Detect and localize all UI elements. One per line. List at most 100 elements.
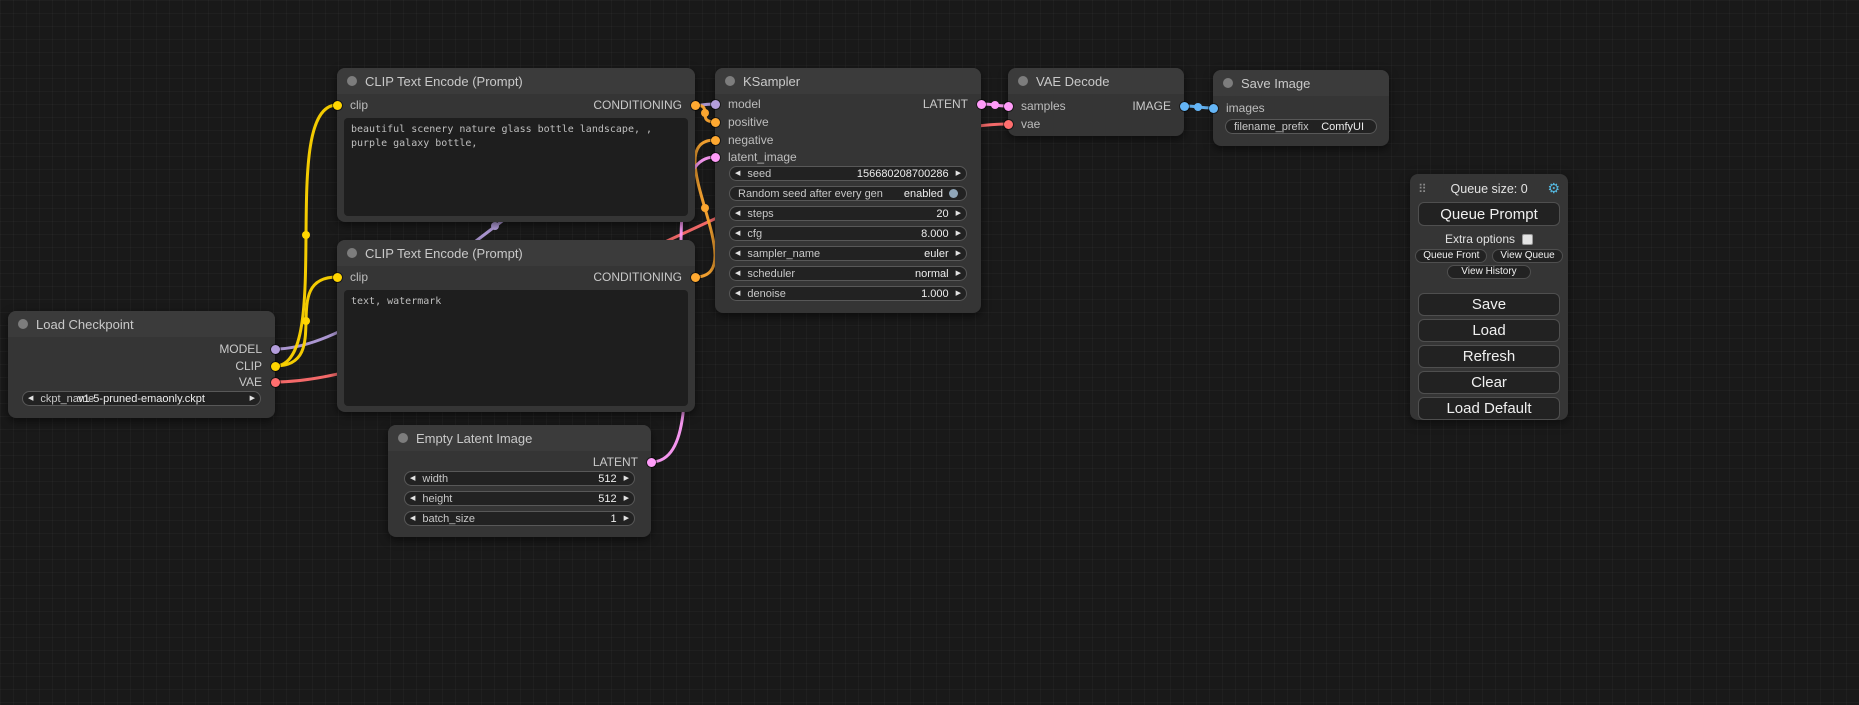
node-header[interactable]: KSampler xyxy=(715,68,981,94)
decrement-arrow-icon[interactable]: ◀ xyxy=(28,395,33,402)
port-latent-output[interactable] xyxy=(977,100,986,109)
queue-front-button[interactable]: Queue Front xyxy=(1415,249,1487,263)
widget-value: ComfyUI xyxy=(1321,121,1364,133)
decrement-arrow-icon[interactable]: ◀ xyxy=(735,290,740,297)
port-vae-input[interactable] xyxy=(1004,120,1013,129)
steps-widget[interactable]: ◀ steps 20 ▶ xyxy=(729,206,967,221)
collapse-dot-icon[interactable] xyxy=(1018,76,1028,86)
random-seed-toggle-widget[interactable]: Random seed after every gen enabled xyxy=(729,186,967,201)
output-label-latent: LATENT xyxy=(593,454,638,470)
node-header[interactable]: Save Image xyxy=(1213,70,1389,96)
node-load-checkpoint[interactable]: Load Checkpoint MODEL CLIP VAE ◀ ckpt_na… xyxy=(8,311,275,418)
widget-value: 1 xyxy=(610,513,616,525)
decrement-arrow-icon[interactable]: ◀ xyxy=(735,270,740,277)
input-label-images: images xyxy=(1226,101,1265,115)
seed-widget[interactable]: ◀ seed 156680208700286 ▶ xyxy=(729,166,967,181)
port-latent-image-input[interactable] xyxy=(711,153,720,162)
decrement-arrow-icon[interactable]: ◀ xyxy=(735,170,740,177)
node-vae-decode[interactable]: VAE Decode samples IMAGE vae xyxy=(1008,68,1184,136)
port-vae-output[interactable] xyxy=(271,378,280,387)
ckpt-name-widget[interactable]: ◀ ckpt_name v1-5-pruned-emaonly.ckpt ▶ xyxy=(22,391,261,406)
decrement-arrow-icon[interactable]: ◀ xyxy=(735,250,740,257)
widget-label: filename_prefix xyxy=(1234,121,1309,133)
port-clip-input[interactable] xyxy=(333,101,342,110)
collapse-dot-icon[interactable] xyxy=(398,433,408,443)
node-header[interactable]: CLIP Text Encode (Prompt) xyxy=(337,240,695,266)
slot-row: images xyxy=(1213,100,1389,116)
node-header[interactable]: CLIP Text Encode (Prompt) xyxy=(337,68,695,94)
save-button[interactable]: Save xyxy=(1418,293,1560,316)
increment-arrow-icon[interactable]: ▶ xyxy=(956,170,961,177)
port-model-output[interactable] xyxy=(271,345,280,354)
denoise-widget[interactable]: ◀ denoise 1.000 ▶ xyxy=(729,286,967,301)
increment-arrow-icon[interactable]: ▶ xyxy=(956,250,961,257)
sampler-name-widget[interactable]: ◀ sampler_name euler ▶ xyxy=(729,246,967,261)
node-header[interactable]: Load Checkpoint xyxy=(8,311,275,337)
refresh-button[interactable]: Refresh xyxy=(1418,345,1560,368)
increment-arrow-icon[interactable]: ▶ xyxy=(956,230,961,237)
collapse-dot-icon[interactable] xyxy=(1223,78,1233,88)
node-ksampler[interactable]: KSampler model LATENT positive negative … xyxy=(715,68,981,313)
positive-prompt-textarea[interactable]: beautiful scenery nature glass bottle la… xyxy=(344,118,688,216)
collapse-dot-icon[interactable] xyxy=(725,76,735,86)
slot-row: CLIP xyxy=(8,358,275,374)
input-label-negative: negative xyxy=(728,133,773,147)
input-label-clip: clip xyxy=(350,270,368,284)
port-clip-output[interactable] xyxy=(271,362,280,371)
output-label-latent: LATENT xyxy=(923,96,968,112)
widget-label: denoise xyxy=(747,288,786,300)
view-history-button[interactable]: View History xyxy=(1447,265,1531,279)
increment-arrow-icon[interactable]: ▶ xyxy=(956,210,961,217)
node-empty-latent-image[interactable]: Empty Latent Image LATENT ◀ width 512 ▶ … xyxy=(388,425,651,537)
batch-size-widget[interactable]: ◀ batch_size 1 ▶ xyxy=(404,511,635,526)
toggle-indicator-icon[interactable] xyxy=(949,189,958,198)
node-canvas[interactable]: Load Checkpoint MODEL CLIP VAE ◀ ckpt_na… xyxy=(0,0,1859,705)
negative-prompt-textarea[interactable]: text, watermark xyxy=(344,290,688,406)
extra-options-checkbox[interactable] xyxy=(1522,234,1533,245)
port-conditioning-output[interactable] xyxy=(691,273,700,282)
input-label-samples: samples xyxy=(1021,99,1066,113)
collapse-dot-icon[interactable] xyxy=(18,319,28,329)
load-default-button[interactable]: Load Default xyxy=(1418,397,1560,420)
increment-arrow-icon[interactable]: ▶ xyxy=(624,495,629,502)
width-widget[interactable]: ◀ width 512 ▶ xyxy=(404,471,635,486)
collapse-dot-icon[interactable] xyxy=(347,76,357,86)
drag-handle-icon[interactable]: ⠿ xyxy=(1418,182,1427,196)
port-positive-input[interactable] xyxy=(711,118,720,127)
decrement-arrow-icon[interactable]: ◀ xyxy=(735,230,740,237)
view-queue-button[interactable]: View Queue xyxy=(1492,249,1562,263)
port-clip-input[interactable] xyxy=(333,273,342,282)
port-image-output[interactable] xyxy=(1180,102,1189,111)
port-images-input[interactable] xyxy=(1209,104,1218,113)
collapse-dot-icon[interactable] xyxy=(347,248,357,258)
increment-arrow-icon[interactable]: ▶ xyxy=(956,270,961,277)
height-widget[interactable]: ◀ height 512 ▶ xyxy=(404,491,635,506)
node-clip-text-encode-positive[interactable]: CLIP Text Encode (Prompt) clip CONDITION… xyxy=(337,68,695,222)
node-header[interactable]: VAE Decode xyxy=(1008,68,1184,94)
decrement-arrow-icon[interactable]: ◀ xyxy=(735,210,740,217)
queue-prompt-button[interactable]: Queue Prompt xyxy=(1418,202,1560,226)
port-samples-input[interactable] xyxy=(1004,102,1013,111)
increment-arrow-icon[interactable]: ▶ xyxy=(624,475,629,482)
menu-header: ⠿ Queue size: 0 ⚙ xyxy=(1410,174,1568,199)
increment-arrow-icon[interactable]: ▶ xyxy=(624,515,629,522)
port-negative-input[interactable] xyxy=(711,136,720,145)
cfg-widget[interactable]: ◀ cfg 8.000 ▶ xyxy=(729,226,967,241)
node-clip-text-encode-negative[interactable]: CLIP Text Encode (Prompt) clip CONDITION… xyxy=(337,240,695,412)
decrement-arrow-icon[interactable]: ◀ xyxy=(410,515,415,522)
settings-gear-icon[interactable]: ⚙ xyxy=(1547,180,1560,197)
increment-arrow-icon[interactable]: ▶ xyxy=(250,395,255,402)
increment-arrow-icon[interactable]: ▶ xyxy=(956,290,961,297)
clear-button[interactable]: Clear xyxy=(1418,371,1560,394)
filename-prefix-widget[interactable]: filename_prefix ComfyUI xyxy=(1225,119,1377,134)
slot-row: negative xyxy=(715,132,981,148)
scheduler-widget[interactable]: ◀ scheduler normal ▶ xyxy=(729,266,967,281)
decrement-arrow-icon[interactable]: ◀ xyxy=(410,495,415,502)
port-conditioning-output[interactable] xyxy=(691,101,700,110)
node-save-image[interactable]: Save Image images filename_prefix ComfyU… xyxy=(1213,70,1389,146)
node-header[interactable]: Empty Latent Image xyxy=(388,425,651,451)
load-button[interactable]: Load xyxy=(1418,319,1560,342)
port-latent-output[interactable] xyxy=(647,458,656,467)
decrement-arrow-icon[interactable]: ◀ xyxy=(410,475,415,482)
port-model-input[interactable] xyxy=(711,100,720,109)
